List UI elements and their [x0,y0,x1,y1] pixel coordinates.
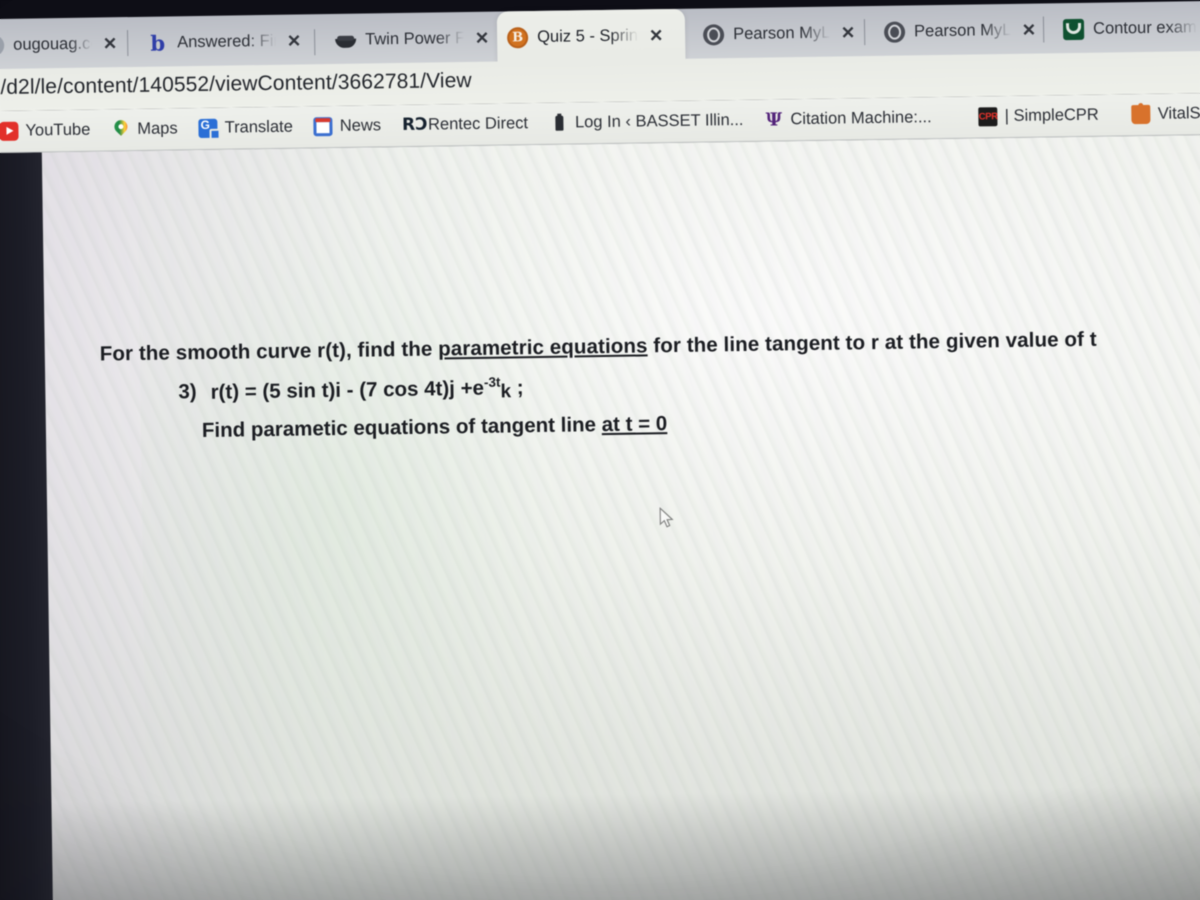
bookmark-vitalsource[interactable]: VitalSource [1125,100,1200,127]
document-page: For the smooth curve r(t), find the para… [41,134,1200,900]
google-maps-icon [111,120,130,139]
tab-title: Pearson MyL [913,20,1011,40]
tab-title: Pearson MyL [732,23,830,43]
equation-term-i: (5 sin t)i [262,378,342,403]
instruction-underlined: at t = 0 [601,412,668,437]
browser-tab-contour-exam[interactable]: Contour exam ✕ [1053,1,1200,56]
tab-separator [313,29,316,56]
moire-pattern [41,134,1200,900]
browser-tab-pearson-2[interactable]: Pearson MyL ✕ [874,3,1043,57]
browser-window: ougouag.com ✕ b Answered: Fin ✕ Twin Pow… [0,0,1200,900]
equation-minus: - [340,378,360,402]
rentec-icon: RƆ [401,114,428,135]
bookmark-label: Citation Machine:... [790,108,932,129]
equation-plus-e: +e [454,376,485,400]
instruction-text: Find parametic equations of tangent line [201,413,602,443]
mouse-cursor-icon [659,506,674,528]
contour-icon [1062,18,1085,40]
tab-title: Quiz 5 - Sprin [536,25,639,46]
opera-icon [0,34,5,56]
bookmark-youtube[interactable]: YouTube [0,118,97,145]
tab-close-icon[interactable]: ✕ [649,26,664,45]
photo-of-laptop-screen: ougouag.com ✕ b Answered: Fin ✕ Twin Pow… [0,0,1200,900]
tab-title: ougouag.com [13,34,93,54]
problem-instruction: Find parametic equations of tangent line… [202,405,1161,443]
bookmark-simplecpr[interactable]: CPR | SimpleCPR [971,103,1106,130]
google-news-icon [313,117,333,137]
bookmark-label: News [339,116,382,135]
bookmark-news[interactable]: News [307,113,389,139]
basset-icon [549,114,568,133]
bookmark-label: Rentec Direct [427,114,529,134]
browser-tab-pearson-1[interactable]: Pearson MyL ✕ [693,6,862,60]
bookmark-label: YouTube [25,120,91,140]
prompt-text-underlined: parametric equations [438,334,648,361]
moire-pattern-secondary [41,134,1200,900]
bookmark-maps[interactable]: Maps [104,116,185,142]
bookmark-label: Log In ‹ BASSET Illin... [574,110,744,132]
photo-bottom-shadow [51,784,1200,900]
math-problem-block: For the smooth curve r(t), find the para… [100,326,1161,445]
address-bar-url[interactable]: lu/d2l/le/content/140552/viewContent/366… [0,69,472,100]
browser-tab-ougouag[interactable]: ougouag.com ✕ [0,17,124,71]
bookmark-label: | SimpleCPR [1004,105,1099,126]
tab-title: Twin Power F [365,28,465,49]
page-viewport: For the smooth curve r(t), find the para… [0,134,1200,900]
bookmark-label: Maps [137,119,178,138]
bookmark-label: Translate [224,117,293,137]
browser-tab-answered[interactable]: b Answered: Fin ✕ [137,14,308,69]
globe-icon [702,23,725,46]
browser-tab-twin-power[interactable]: Twin Power F ✕ [325,12,496,67]
photo-color-tint-green [136,141,800,900]
prompt-text-post: for the line tangent to r at the given v… [647,327,1097,358]
equation-exponent: -3t [483,374,501,390]
bookmark-basset-login[interactable]: Log In ‹ BASSET Illin... [542,108,751,136]
equation-lhs: r(t) = [210,379,263,404]
prompt-text-pre: For the smooth curve r(t), find the [99,337,439,366]
problem-prompt: For the smooth curve r(t), find the para… [100,326,1160,367]
bookmark-label: VitalSource [1157,103,1200,123]
vitalsource-icon [1131,104,1151,125]
equation-semicolon: ; [510,375,524,399]
tab-separator [126,30,129,57]
problem-number: 3) [178,380,197,404]
tab-separator [863,19,866,46]
simplecpr-icon: CPR [978,107,998,127]
equation-term-j: (7 cos 4t)j [359,376,456,402]
bartleby-b-icon: b [150,30,166,56]
citation-machine-icon: Ψ [765,109,783,131]
tab-close-icon[interactable]: ✕ [475,28,490,47]
youtube-icon [0,121,19,141]
tab-close-icon[interactable]: ✕ [1022,20,1037,39]
problem-equation: 3) r(t) = (5 sin t)i - (7 cos 4t)j +e-3tk… [178,364,1160,407]
tab-separator [1042,16,1045,43]
tab-title: Contour exam [1092,17,1197,38]
globe-icon [883,21,906,43]
browser-tab-quiz5[interactable]: B Quiz 5 - Sprin ✕ [496,8,686,64]
photo-color-tint-left [41,145,504,900]
tab-close-icon[interactable]: ✕ [841,23,856,42]
tab-title: Answered: Fin [177,31,277,51]
tab-close-icon[interactable]: ✕ [103,34,118,53]
bookmark-rentec-direct[interactable]: RƆ Rentec Direct [395,111,535,138]
equation-k-vector: k [500,380,512,403]
google-translate-icon [198,118,218,139]
boat-icon [335,38,357,48]
bookmark-translate[interactable]: Translate [191,115,300,142]
tab-close-icon[interactable]: ✕ [287,31,302,50]
bookmark-citation-machine[interactable]: Ψ Citation Machine:... [757,105,939,133]
brightspace-icon: B [506,26,529,48]
